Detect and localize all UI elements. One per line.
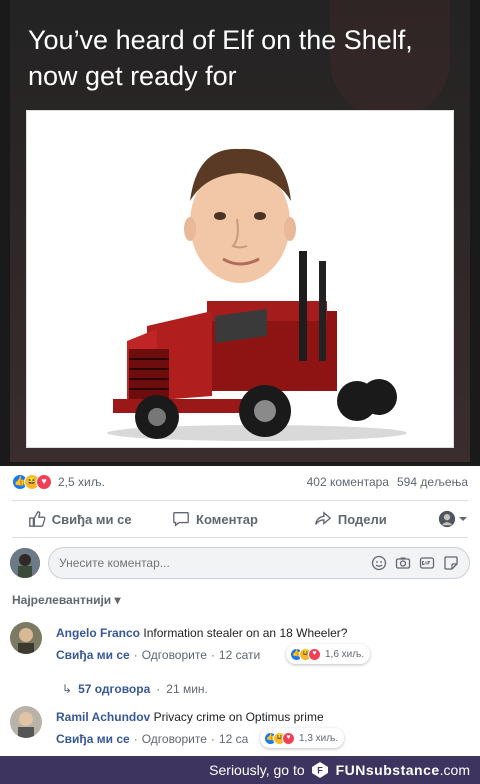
post-as-selector[interactable] — [418, 510, 468, 528]
share-button-label: Подели — [337, 511, 387, 527]
comment-reactions-badge[interactable]: 👍 😆 ♥ 1,3 хиљ. — [260, 728, 345, 748]
comment-reaction-count: 1,6 хиљ. — [325, 648, 365, 660]
meme-caption: You’ve heard of Elf on the Shelf, now ge… — [28, 22, 468, 94]
comment-button-label: Коментар — [196, 511, 258, 527]
comment-reaction-count: 1,3 хиљ. — [299, 732, 339, 744]
comment-bubble: Angelo Franco Information stealer on an … — [56, 626, 347, 640]
separator-dot: · — [133, 648, 138, 662]
love-reaction-icon[interactable]: ♥ — [36, 474, 52, 490]
comment-like-link[interactable]: Свиђа ми се — [56, 648, 130, 662]
comment-reply-link[interactable]: Одговорите — [142, 648, 207, 662]
watermark-domain: .com — [439, 762, 470, 778]
sort-label: Најрелевантнији — [12, 593, 112, 607]
like-button-label: Свиђа ми се — [51, 511, 132, 527]
gif-icon[interactable] — [419, 555, 435, 571]
composer-tools — [371, 555, 459, 571]
comment-author-link[interactable]: Ramil Achundov — [56, 710, 150, 724]
view-replies-link[interactable]: ↳ 57 одговора · 21 мин. — [62, 682, 208, 696]
comment-sort-dropdown[interactable]: Најрелевантнији ▾ — [12, 593, 121, 607]
comment-timestamp[interactable]: 12 сати — [219, 648, 260, 662]
comment-item: Ramil Achundov Privacy crime on Optimus … — [10, 706, 470, 756]
comment-item: Angelo Franco Information stealer on an … — [10, 622, 470, 672]
post-action-bar: Свиђа ми се Коментар Подели — [12, 500, 468, 538]
svg-text:F: F — [317, 766, 323, 776]
share-arrow-icon — [315, 511, 332, 525]
separator-dot: · — [156, 682, 161, 696]
watermark-brand: FUNsubstance — [335, 762, 440, 778]
sticker-icon[interactable] — [443, 555, 459, 571]
reaction-summary: 👍 😆 ♥ 2,5 хиљ. 402 коментара 594 дељења — [0, 466, 480, 498]
comment-reactions-badge[interactable]: 👍 😆 ♥ 1,6 хиљ. — [286, 644, 371, 664]
comments-count[interactable]: 402 коментара — [307, 475, 389, 489]
comment-composer — [10, 546, 470, 580]
emoji-icon[interactable] — [371, 555, 387, 571]
reply-arrow-icon: ↳ — [62, 682, 73, 696]
reactions-count[interactable]: 2,5 хиљ. — [58, 475, 105, 489]
share-button[interactable]: Подели — [283, 510, 418, 528]
comment-bubble: Ramil Achundov Privacy crime on Optimus … — [56, 710, 324, 724]
comment-reply-link[interactable]: Одговорите — [142, 732, 207, 746]
comment-author-link[interactable]: Angelo Franco — [56, 626, 140, 640]
comment-meta: Свиђа ми се · Одговорите · 12 сати — [56, 648, 260, 662]
love-reaction-icon: ♥ — [308, 647, 321, 661]
replies-count: 57 одговора — [78, 682, 151, 696]
camera-icon[interactable] — [395, 555, 411, 571]
truck-with-face-illustration — [107, 148, 407, 441]
comment-input[interactable] — [59, 556, 371, 570]
caption-line-2: now get ready for — [28, 61, 237, 91]
shares-count[interactable]: 594 дељења — [397, 475, 468, 489]
current-user-avatar[interactable] — [10, 548, 40, 578]
meme-picture — [26, 110, 454, 448]
caption-line-1: You’ve heard of Elf on the Shelf, — [28, 25, 413, 55]
like-button[interactable]: Свиђа ми се — [12, 510, 147, 528]
watermark-banner: Seriously, go to F FUNsubstance .com — [0, 756, 480, 784]
chevron-down-icon — [458, 517, 467, 521]
post-image[interactable]: You’ve heard of Elf on the Shelf, now ge… — [0, 0, 480, 466]
comment-button[interactable]: Коментар — [147, 510, 282, 528]
separator-dot: · — [210, 732, 215, 746]
commenter-avatar[interactable] — [10, 706, 42, 738]
comment-text: Information stealer on an 18 Wheeler? — [143, 626, 348, 640]
comment-icon — [173, 512, 189, 527]
comment-text: Privacy crime on Optimus prime — [153, 710, 324, 724]
love-reaction-icon: ♥ — [282, 731, 295, 745]
watermark-text: Seriously, go to — [209, 762, 305, 778]
comment-like-link[interactable]: Свиђа ми се — [56, 732, 130, 746]
comment-input-wrapper — [48, 547, 470, 579]
profile-avatar-icon — [438, 510, 456, 528]
funsubstance-logo-icon: F — [311, 762, 328, 778]
separator-dot: · — [210, 648, 215, 662]
commenter-avatar[interactable] — [10, 622, 42, 654]
comment-meta: Свиђа ми се · Одговорите · 12 са — [56, 732, 248, 746]
separator-dot: · — [133, 732, 138, 746]
replies-time: 21 мин. — [166, 682, 208, 696]
caret-down-icon: ▾ — [114, 593, 121, 607]
comment-timestamp[interactable]: 12 са — [219, 732, 248, 746]
thumbs-up-icon — [28, 511, 46, 527]
